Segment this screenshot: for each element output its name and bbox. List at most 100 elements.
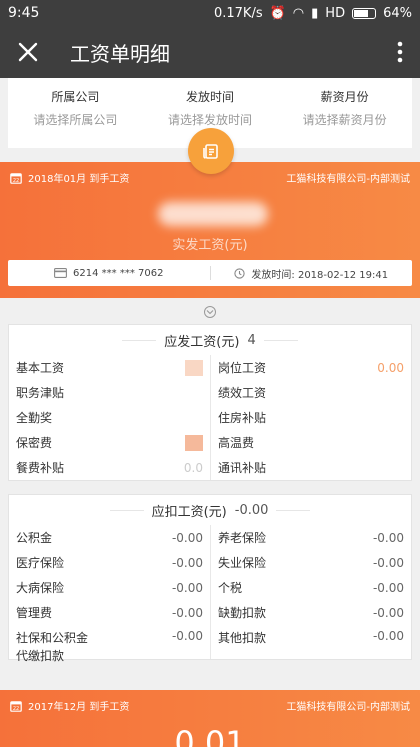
divider: [263, 339, 298, 341]
app-bar: 工资单明细: [0, 26, 420, 78]
wifi-icon: ◠: [292, 5, 305, 21]
next-net-amount: 0.01: [174, 724, 246, 747]
signal-icon: ▮: [311, 5, 319, 21]
earning-label: 全勤奖: [16, 411, 53, 425]
earning-item: 绩效工资: [210, 380, 411, 405]
earning-label: 基本工资: [16, 361, 65, 375]
earning-item: 餐费补贴 0.0: [9, 455, 210, 480]
deduction-value: -0.00: [372, 580, 404, 595]
filter-company[interactable]: 所属公司 请选择所属公司: [8, 78, 143, 148]
earning-item: 住房补贴: [210, 405, 411, 430]
deduction-item: 缺勤扣款 -0.00: [210, 600, 411, 625]
earning-item: 基本工资: [9, 355, 210, 380]
earning-label: 住房补贴: [218, 411, 267, 425]
divider: [109, 509, 144, 511]
deduction-value: -0.00: [372, 605, 404, 620]
deduction-label: 养老保险: [218, 531, 267, 545]
payslip-fab-button[interactable]: [188, 128, 234, 174]
calendar-icon: 22: [10, 172, 22, 184]
deduction-item: 公积金 -0.00: [9, 525, 210, 550]
deduction-value: -0.00: [171, 629, 203, 643]
battery-icon: [352, 7, 377, 19]
deductions-header: 应扣工资(元) -0.00: [9, 495, 411, 525]
clock-icon: [234, 267, 246, 279]
deduction-item: 失业保险 -0.00: [210, 550, 411, 575]
deductions-grid: 公积金 -0.00 养老保险 -0.00 医疗保险 -0.00 失业保险 -0.00 大…: [9, 525, 411, 663]
network-type: HD: [325, 5, 346, 21]
filter-pay-time-label: 发放时间: [186, 90, 235, 104]
earning-item: 通讯补贴: [210, 455, 411, 480]
more-menu-button[interactable]: [380, 26, 420, 78]
deduction-value: -0.00: [372, 555, 404, 570]
next-salary-card[interactable]: 22 2017年12月 到手工资 工猫科技有限公司-内部测试 0.01: [0, 690, 420, 747]
expand-button[interactable]: [204, 306, 216, 318]
payment-info-bar: 6214 *** *** 7062 发放时间: 2018-02-12 19:41: [8, 260, 412, 286]
earnings-panel: 应发工资(元) 4 基本工资 岗位工资 0.00 职务津贴 绩效工资 全勤奖 住房…: [8, 324, 412, 481]
earning-label: 通讯补贴: [218, 461, 267, 475]
company-name: 工猫科技有限公司-内部测试: [286, 174, 410, 185]
deduction-label: 个税: [218, 581, 243, 595]
filter-salary-month-placeholder: 请选择薪资月份: [302, 113, 387, 127]
more-vertical-icon: [397, 41, 403, 63]
deduction-item: 管理费 -0.00: [9, 600, 210, 625]
deduction-item: 个税 -0.00: [210, 575, 411, 600]
earning-value: 0.0: [183, 460, 203, 475]
next-company-name: 工猫科技有限公司-内部测试: [286, 702, 410, 713]
alarm-off-icon: ⏰: [269, 5, 286, 21]
deductions-panel: 应扣工资(元) -0.00 公积金 -0.00 养老保险 -0.00 医疗保险 -0.…: [8, 494, 412, 663]
deduction-label: 失业保险: [218, 556, 267, 570]
earning-value: 0.00: [377, 360, 404, 375]
status-time: 9:45: [8, 5, 40, 21]
earning-label: 岗位工资: [218, 361, 267, 375]
redacted-value: [185, 359, 203, 376]
earnings-title: 应发工资(元): [164, 334, 240, 350]
earning-label: 绩效工资: [218, 386, 267, 400]
divider: [276, 509, 311, 511]
salary-month-label: 2018年01月 到手工资: [28, 174, 130, 185]
svg-text:22: 22: [13, 706, 19, 712]
earning-item: 职务津贴: [9, 380, 210, 405]
filter-salary-month[interactable]: 薪资月份 请选择薪资月份: [277, 78, 412, 148]
network-speed: 0.17K/s: [213, 5, 263, 21]
next-month-label: 2017年12月 到手工资: [28, 702, 130, 713]
bank-card-number: 6214 *** *** 7062: [73, 267, 164, 279]
earning-label: 职务津贴: [16, 386, 65, 400]
deductions-title: 应扣工资(元): [151, 504, 227, 520]
net-salary-label: 实发工资(元): [172, 238, 248, 253]
page-title: 工资单明细: [70, 41, 170, 66]
earnings-total: 4: [247, 332, 256, 348]
document-icon: [203, 144, 218, 159]
filter-pay-time-placeholder: 请选择发放时间: [168, 113, 253, 127]
earning-item: 全勤奖: [9, 405, 210, 430]
earning-item: 岗位工资 0.00: [210, 355, 411, 380]
deduction-value: -0.00: [171, 580, 203, 595]
deduction-label: 大病保险: [16, 581, 65, 595]
earning-item: 高温费: [210, 430, 411, 455]
deductions-total: -0.00: [234, 502, 269, 518]
deduction-label: 社保和公积金代缴扣款: [16, 631, 89, 663]
earning-label: 高温费: [218, 436, 255, 450]
pay-time: 发放时间: 2018-02-12 19:41: [251, 269, 389, 281]
deduction-item: 医疗保险 -0.00: [9, 550, 210, 575]
deduction-value: -0.00: [372, 530, 404, 545]
earning-label: 餐费补贴: [16, 461, 65, 475]
deduction-label: 缺勤扣款: [218, 606, 267, 620]
earning-label: 保密费: [16, 436, 53, 450]
deduction-value: -0.00: [171, 555, 203, 570]
close-button[interactable]: [0, 26, 56, 78]
deduction-label: 医疗保险: [16, 556, 65, 570]
filter-company-label: 所属公司: [51, 90, 100, 104]
deduction-item: 大病保险 -0.00: [9, 575, 210, 600]
deduction-value: -0.00: [372, 629, 404, 643]
earnings-grid: 基本工资 岗位工资 0.00 职务津贴 绩效工资 全勤奖 住房补贴 保密费 高温费…: [9, 355, 411, 480]
earning-item: 保密费: [9, 430, 210, 455]
deduction-label: 其他扣款: [218, 631, 267, 645]
deduction-item: 社保和公积金代缴扣款 -0.00: [9, 625, 210, 663]
status-bar: 9:45 0.17K/s ⏰ ◠ ▮ HD 64%: [0, 0, 420, 26]
bank-card-icon: [54, 268, 67, 278]
deduction-value: -0.00: [171, 530, 203, 545]
battery-level: 64%: [383, 5, 412, 21]
chevron-down-icon: [206, 310, 214, 315]
filter-salary-month-label: 薪资月份: [320, 90, 369, 104]
earnings-header: 应发工资(元) 4: [9, 325, 411, 355]
